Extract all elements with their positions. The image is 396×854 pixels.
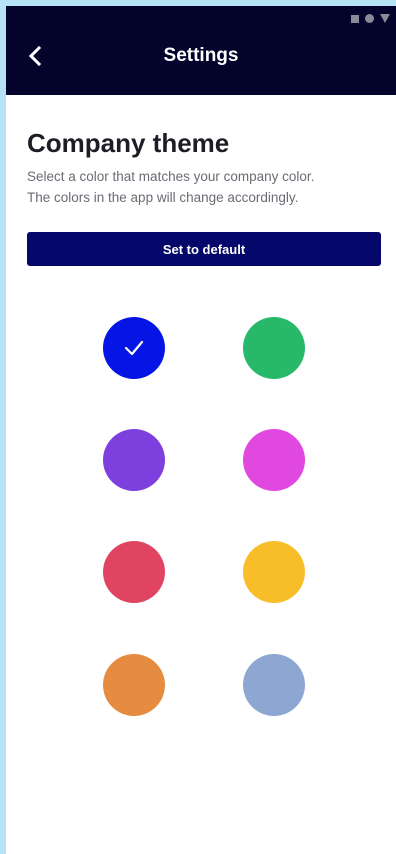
color-swatch-yellow[interactable]: [243, 541, 305, 603]
square-icon: [351, 14, 359, 23]
section-description: Select a color that matches your company…: [27, 166, 381, 208]
section-heading: Company theme: [27, 128, 230, 158]
color-swatch-light-blue[interactable]: [243, 654, 305, 716]
checkmark-icon: [124, 340, 144, 356]
color-swatch-magenta[interactable]: [243, 429, 305, 491]
description-line: Select a color that matches your company…: [27, 169, 315, 184]
color-swatch-purple[interactable]: [103, 429, 165, 491]
circle-icon: [365, 14, 374, 23]
page-title: Settings: [163, 45, 239, 66]
triangle-icon: [380, 14, 390, 23]
color-swatch-blue[interactable]: [103, 317, 165, 379]
set-to-default-button[interactable]: Set to default: [27, 232, 381, 266]
color-swatch-green[interactable]: [243, 317, 305, 379]
screen: Settings Company theme Select a color th…: [0, 0, 396, 854]
color-swatch-red[interactable]: [103, 541, 165, 603]
theme-section: Company theme Select a color that matche…: [27, 126, 381, 208]
settings-screen: Settings Company theme Select a color th…: [6, 6, 396, 854]
status-bar-icons: [351, 14, 390, 23]
description-line: The colors in the app will change accord…: [27, 190, 299, 205]
top-bar: Settings: [6, 6, 396, 95]
color-swatch-orange[interactable]: [103, 654, 165, 716]
